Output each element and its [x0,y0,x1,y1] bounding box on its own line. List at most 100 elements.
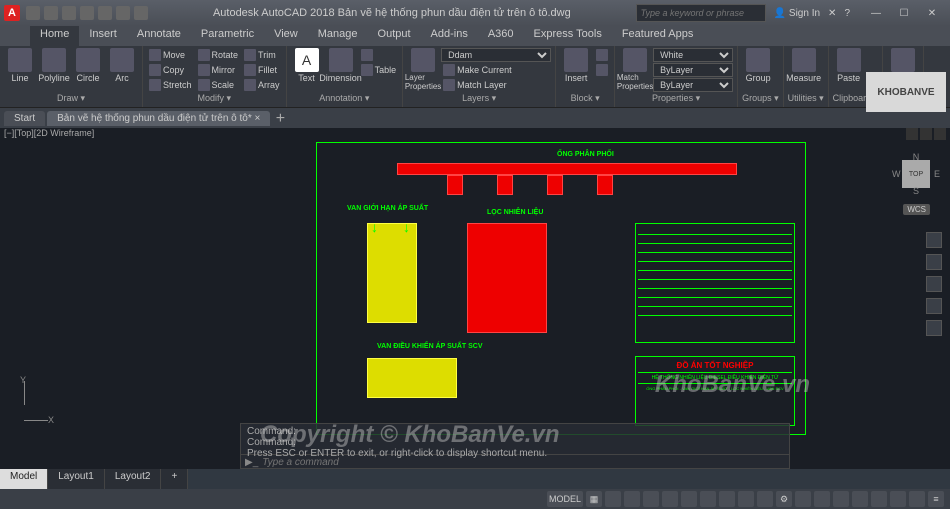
maximize-button[interactable]: ☐ [890,3,918,23]
copy-button[interactable]: Copy [147,63,194,77]
sb-cycling-icon[interactable] [738,491,754,507]
tab-insert[interactable]: Insert [79,26,127,46]
mirror-button[interactable]: Mirror [196,63,241,77]
sb-units-icon[interactable] [814,491,830,507]
circle-button[interactable]: Circle [72,48,104,83]
tab-view[interactable]: View [264,26,308,46]
compass-w[interactable]: W [892,169,901,179]
panel-utilities-label[interactable]: Utilities ▾ [788,92,824,105]
sb-lockui-icon[interactable] [852,491,868,507]
rotate-button[interactable]: Rotate [196,48,241,62]
measure-button[interactable]: Measure [788,48,820,83]
tab-layout1[interactable]: Layout1 [48,469,105,489]
panel-groups-label[interactable]: Groups ▾ [742,92,779,105]
tab-output[interactable]: Output [368,26,421,46]
lineweight-combo[interactable]: ByLayer [653,78,733,92]
cube-top-face[interactable]: TOP [902,160,930,188]
table-button[interactable]: Table [359,63,399,77]
tab-manage[interactable]: Manage [308,26,368,46]
vp-max-icon[interactable] [920,128,932,140]
create-block-button[interactable] [594,48,610,62]
drawing-viewport[interactable]: ỐNG PHÂN PHỐI VAN GIỚI HẠN ÁP SUẤT ↓ ↓ L… [0,142,950,469]
panel-layers-label[interactable]: Layers ▾ [407,92,551,105]
open-icon[interactable] [44,6,58,20]
ucs-icon[interactable]: Y X [12,381,52,421]
tab-featured[interactable]: Featured Apps [612,26,704,46]
dimension-button[interactable]: Dimension [325,48,357,83]
sb-snap-icon[interactable] [605,491,621,507]
zoom-icon[interactable] [926,276,942,292]
tab-a360[interactable]: A360 [478,26,524,46]
autocad-logo[interactable]: A [4,5,20,21]
sb-polar-icon[interactable] [643,491,659,507]
scale-button[interactable]: Scale [196,78,241,92]
tab-home[interactable]: Home [30,26,79,46]
insert-button[interactable]: Insert [560,48,592,83]
layer-props-button[interactable]: Layer Properties [407,48,439,91]
wcs-badge[interactable]: WCS [903,204,930,215]
compass-n[interactable]: N [913,152,920,162]
panel-draw-label[interactable]: Draw ▾ [4,92,138,105]
command-input[interactable] [262,457,785,468]
sb-annoscale-icon[interactable] [757,491,773,507]
sb-quickprops-icon[interactable] [833,491,849,507]
undo-icon[interactable] [116,6,130,20]
vp-close-icon[interactable] [934,128,946,140]
plot-icon[interactable] [98,6,112,20]
viewport-label[interactable]: [−][Top][2D Wireframe] [4,128,94,142]
tab-model[interactable]: Model [0,469,48,489]
match-props-button[interactable]: Match Properties [619,48,651,91]
sb-grid-icon[interactable]: ▦ [586,491,602,507]
linetype-combo[interactable]: ByLayer [653,63,733,77]
showmotion-icon[interactable] [926,320,942,336]
leader-button[interactable] [359,48,399,62]
sb-workspace-icon[interactable]: ⚙ [776,491,792,507]
command-window[interactable]: Command: Command: Press ESC or ENTER to … [240,423,790,469]
vp-min-icon[interactable] [906,128,918,140]
fillet-button[interactable]: Fillet [242,63,282,77]
orbit-icon[interactable] [926,298,942,314]
panel-annotation-label[interactable]: Annotation ▾ [291,92,399,105]
nav-wheel-icon[interactable] [926,232,942,248]
sb-transparency-icon[interactable] [719,491,735,507]
polyline-button[interactable]: Polyline [38,48,70,83]
trim-button[interactable]: Trim [242,48,282,62]
group-button[interactable]: Group [742,48,774,83]
tab-layout2[interactable]: Layout2 [105,469,162,489]
sb-isolate-icon[interactable] [871,491,887,507]
pan-icon[interactable] [926,254,942,270]
line-button[interactable]: Line [4,48,36,83]
panel-block-label[interactable]: Block ▾ [560,92,610,105]
view-cube[interactable]: N S E W TOP [896,154,936,194]
save-icon[interactable] [62,6,76,20]
compass-e[interactable]: E [934,169,940,179]
make-current-button[interactable]: Make Current [441,63,551,77]
tab-annotate[interactable]: Annotate [127,26,191,46]
exchange-icon[interactable]: ✕ [828,8,836,19]
new-icon[interactable] [26,6,40,20]
close-tab-icon[interactable]: × [255,113,261,124]
layer-combo[interactable]: Ddam [441,48,551,62]
edit-block-button[interactable] [594,63,610,77]
compass-s[interactable]: S [913,186,919,196]
tab-addins[interactable]: Add-ins [421,26,478,46]
minimize-button[interactable]: — [862,3,890,23]
help-icon[interactable]: ? [844,8,850,19]
tab-parametric[interactable]: Parametric [191,26,264,46]
tab-start[interactable]: Start [4,111,45,126]
close-button[interactable]: ✕ [918,3,946,23]
sb-cleanscreen-icon[interactable] [909,491,925,507]
panel-modify-label[interactable]: Modify ▾ [147,92,282,105]
sb-hardware-icon[interactable] [890,491,906,507]
sb-lineweight-icon[interactable] [700,491,716,507]
sb-customize-icon[interactable]: ≡ [928,491,944,507]
tab-current-file[interactable]: Bản vẽ hệ thống phun dầu điện tử trên ô … [47,111,270,126]
arc-button[interactable]: Arc [106,48,138,83]
saveas-icon[interactable] [80,6,94,20]
text-button[interactable]: AText [291,48,323,83]
sb-annomonitor-icon[interactable] [795,491,811,507]
array-button[interactable]: Array [242,78,282,92]
color-combo[interactable]: White [653,48,733,62]
paste-button[interactable]: Paste [833,48,865,83]
redo-icon[interactable] [134,6,148,20]
